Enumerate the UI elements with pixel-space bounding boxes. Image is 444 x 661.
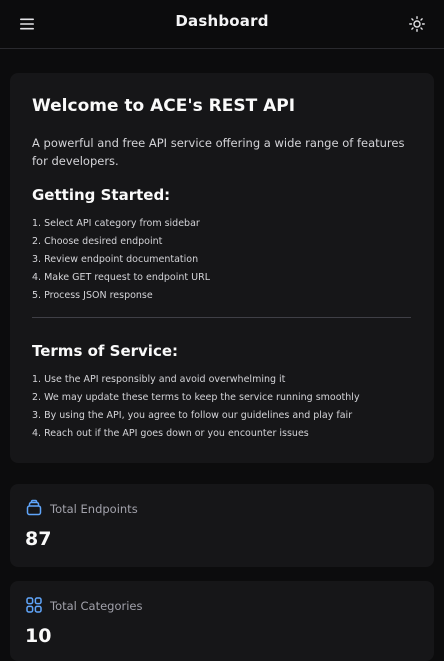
stat-label: Total Categories	[50, 599, 143, 613]
getting-started-list: 1. Select API category from sidebar 2. C…	[32, 215, 210, 305]
list-item: 2. Choose desired endpoint	[32, 236, 163, 247]
list-item: 3. By using the API, you agree to follow…	[32, 410, 353, 421]
grid-icon	[26, 597, 42, 613]
welcome-card: Welcome to ACE's REST API A powerful and…	[10, 73, 434, 463]
list-item: 3. Review endpoint documentation	[32, 254, 199, 265]
top-bar: Dashboard	[0, 0, 444, 49]
list-item: 4. Reach out if the API goes down or you…	[32, 428, 309, 439]
list-item: 1. Use the API responsibly and avoid ove…	[32, 374, 286, 385]
welcome-title: Welcome to ACE's REST API	[32, 96, 296, 116]
list-item: 4. Make GET request to endpoint URL	[32, 272, 210, 283]
layers-icon	[26, 499, 42, 516]
page-title: Dashboard	[175, 12, 269, 30]
total-endpoints-card: Total Endpoints 87	[10, 484, 434, 567]
total-categories-card: Total Categories 10	[10, 581, 434, 661]
stat-label: Total Endpoints	[50, 502, 138, 516]
list-item: 5. Process JSON response	[32, 290, 153, 301]
getting-started-title: Getting Started:	[32, 186, 171, 204]
stat-value: 10	[25, 625, 52, 647]
terms-title: Terms of Service:	[32, 342, 179, 360]
terms-list: 1. Use the API responsibly and avoid ove…	[32, 371, 360, 443]
list-item: 2. We may update these terms to keep the…	[32, 392, 360, 403]
stat-value: 87	[25, 528, 52, 550]
section-divider	[32, 317, 411, 318]
theme-toggle-button[interactable]	[407, 14, 427, 34]
welcome-description: A powerful and free API service offering…	[32, 136, 405, 168]
sun-icon	[409, 16, 425, 32]
list-item: 1. Select API category from sidebar	[32, 218, 200, 229]
